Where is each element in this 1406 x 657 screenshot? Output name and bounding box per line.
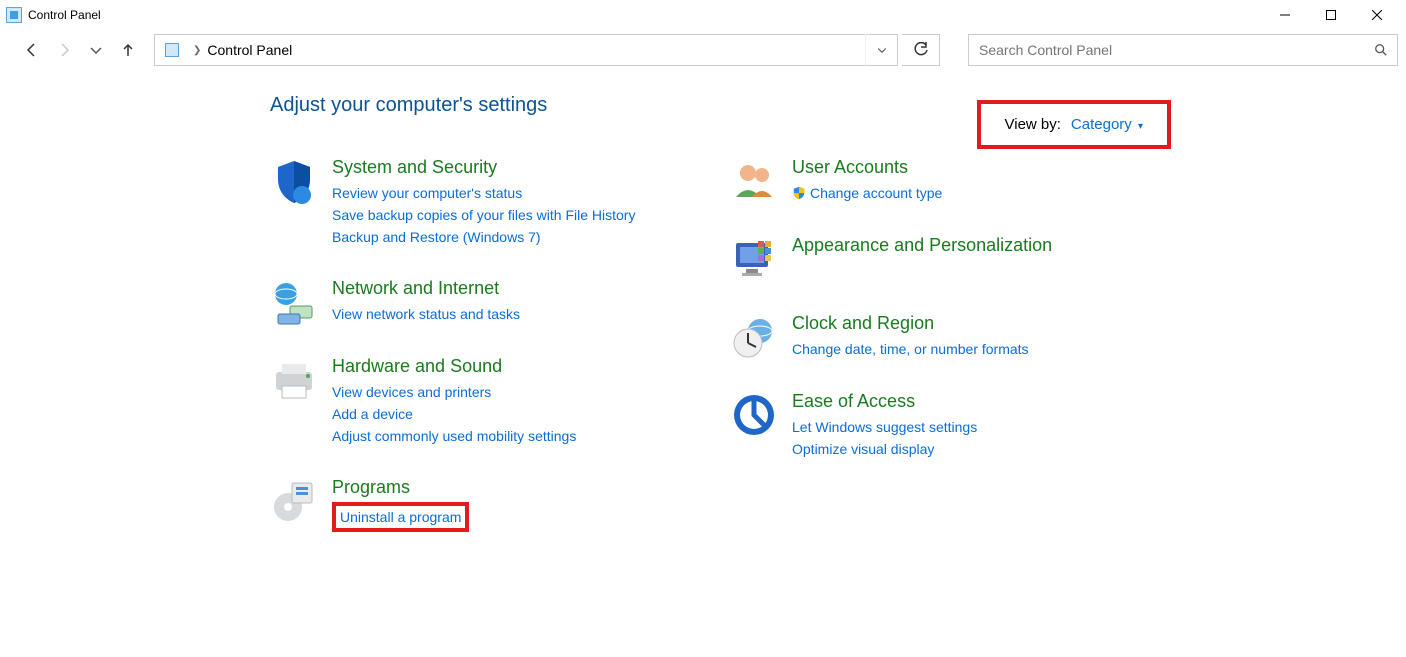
page-heading: Adjust your computer's settings [270, 94, 1406, 117]
minimize-button[interactable] [1262, 0, 1308, 30]
app-icon [6, 7, 22, 23]
programs-icon [270, 477, 318, 525]
window-title: Control Panel [28, 8, 101, 22]
network-icon [270, 278, 318, 326]
titlebar: Control Panel [0, 0, 1406, 30]
category-clock-region[interactable]: Clock and Region [792, 313, 1029, 334]
search-box[interactable] [968, 34, 1398, 66]
category-hardware[interactable]: Hardware and Sound [332, 356, 576, 377]
up-button[interactable] [114, 36, 142, 64]
user-accounts-icon [730, 157, 778, 205]
link-review-status[interactable]: Review your computer's status [332, 182, 635, 204]
link-windows-suggest[interactable]: Let Windows suggest settings [792, 416, 977, 438]
recent-dropdown[interactable] [82, 36, 110, 64]
link-network-status[interactable]: View network status and tasks [332, 303, 520, 325]
link-change-account-type[interactable]: Change account type [810, 182, 942, 204]
nav-row: ❯ Control Panel [0, 30, 1406, 70]
link-devices-printers[interactable]: View devices and printers [332, 381, 576, 403]
view-by-label: View by: [1005, 116, 1061, 133]
link-backup-restore[interactable]: Backup and Restore (Windows 7) [332, 226, 635, 248]
forward-button[interactable] [50, 36, 78, 64]
chevron-down-icon: ▾ [1138, 121, 1143, 132]
chevron-right-icon[interactable]: ❯ [193, 45, 201, 56]
highlight-uninstall: Uninstall a program [332, 502, 469, 532]
link-backup-filehistory[interactable]: Save backup copies of your files with Fi… [332, 204, 635, 226]
category-user-accounts[interactable]: User Accounts [792, 157, 942, 178]
view-by-value: Category [1071, 116, 1132, 133]
back-button[interactable] [18, 36, 46, 64]
category-appearance[interactable]: Appearance and Personalization [792, 235, 1052, 256]
link-mobility[interactable]: Adjust commonly used mobility settings [332, 425, 576, 447]
maximize-button[interactable] [1308, 0, 1354, 30]
link-optimize-display[interactable]: Optimize visual display [792, 438, 977, 460]
uac-shield-icon [792, 186, 806, 200]
link-add-device[interactable]: Add a device [332, 403, 576, 425]
address-bar[interactable]: ❯ Control Panel [154, 34, 898, 66]
close-button[interactable] [1354, 0, 1400, 30]
content: Adjust your computer's settings System a… [0, 70, 1406, 562]
link-uninstall-program[interactable]: Uninstall a program [340, 509, 461, 525]
printer-icon [270, 356, 318, 404]
category-network[interactable]: Network and Internet [332, 278, 520, 299]
address-dropdown[interactable] [865, 34, 897, 66]
view-by-dropdown[interactable]: Category ▾ [1071, 116, 1143, 133]
category-programs[interactable]: Programs [332, 477, 469, 498]
clock-region-icon [730, 313, 778, 361]
link-date-time-formats[interactable]: Change date, time, or number formats [792, 338, 1029, 360]
search-icon[interactable] [1365, 43, 1397, 57]
ease-of-access-icon [730, 391, 778, 439]
view-by-box: View by: Category ▾ [977, 100, 1172, 149]
category-system-security[interactable]: System and Security [332, 157, 635, 178]
refresh-button[interactable] [902, 34, 940, 66]
control-panel-icon [161, 39, 183, 61]
category-ease-of-access[interactable]: Ease of Access [792, 391, 977, 412]
search-input[interactable] [969, 42, 1365, 58]
shield-icon [270, 157, 318, 205]
appearance-icon [730, 235, 778, 283]
breadcrumb-current[interactable]: Control Panel [205, 42, 294, 58]
